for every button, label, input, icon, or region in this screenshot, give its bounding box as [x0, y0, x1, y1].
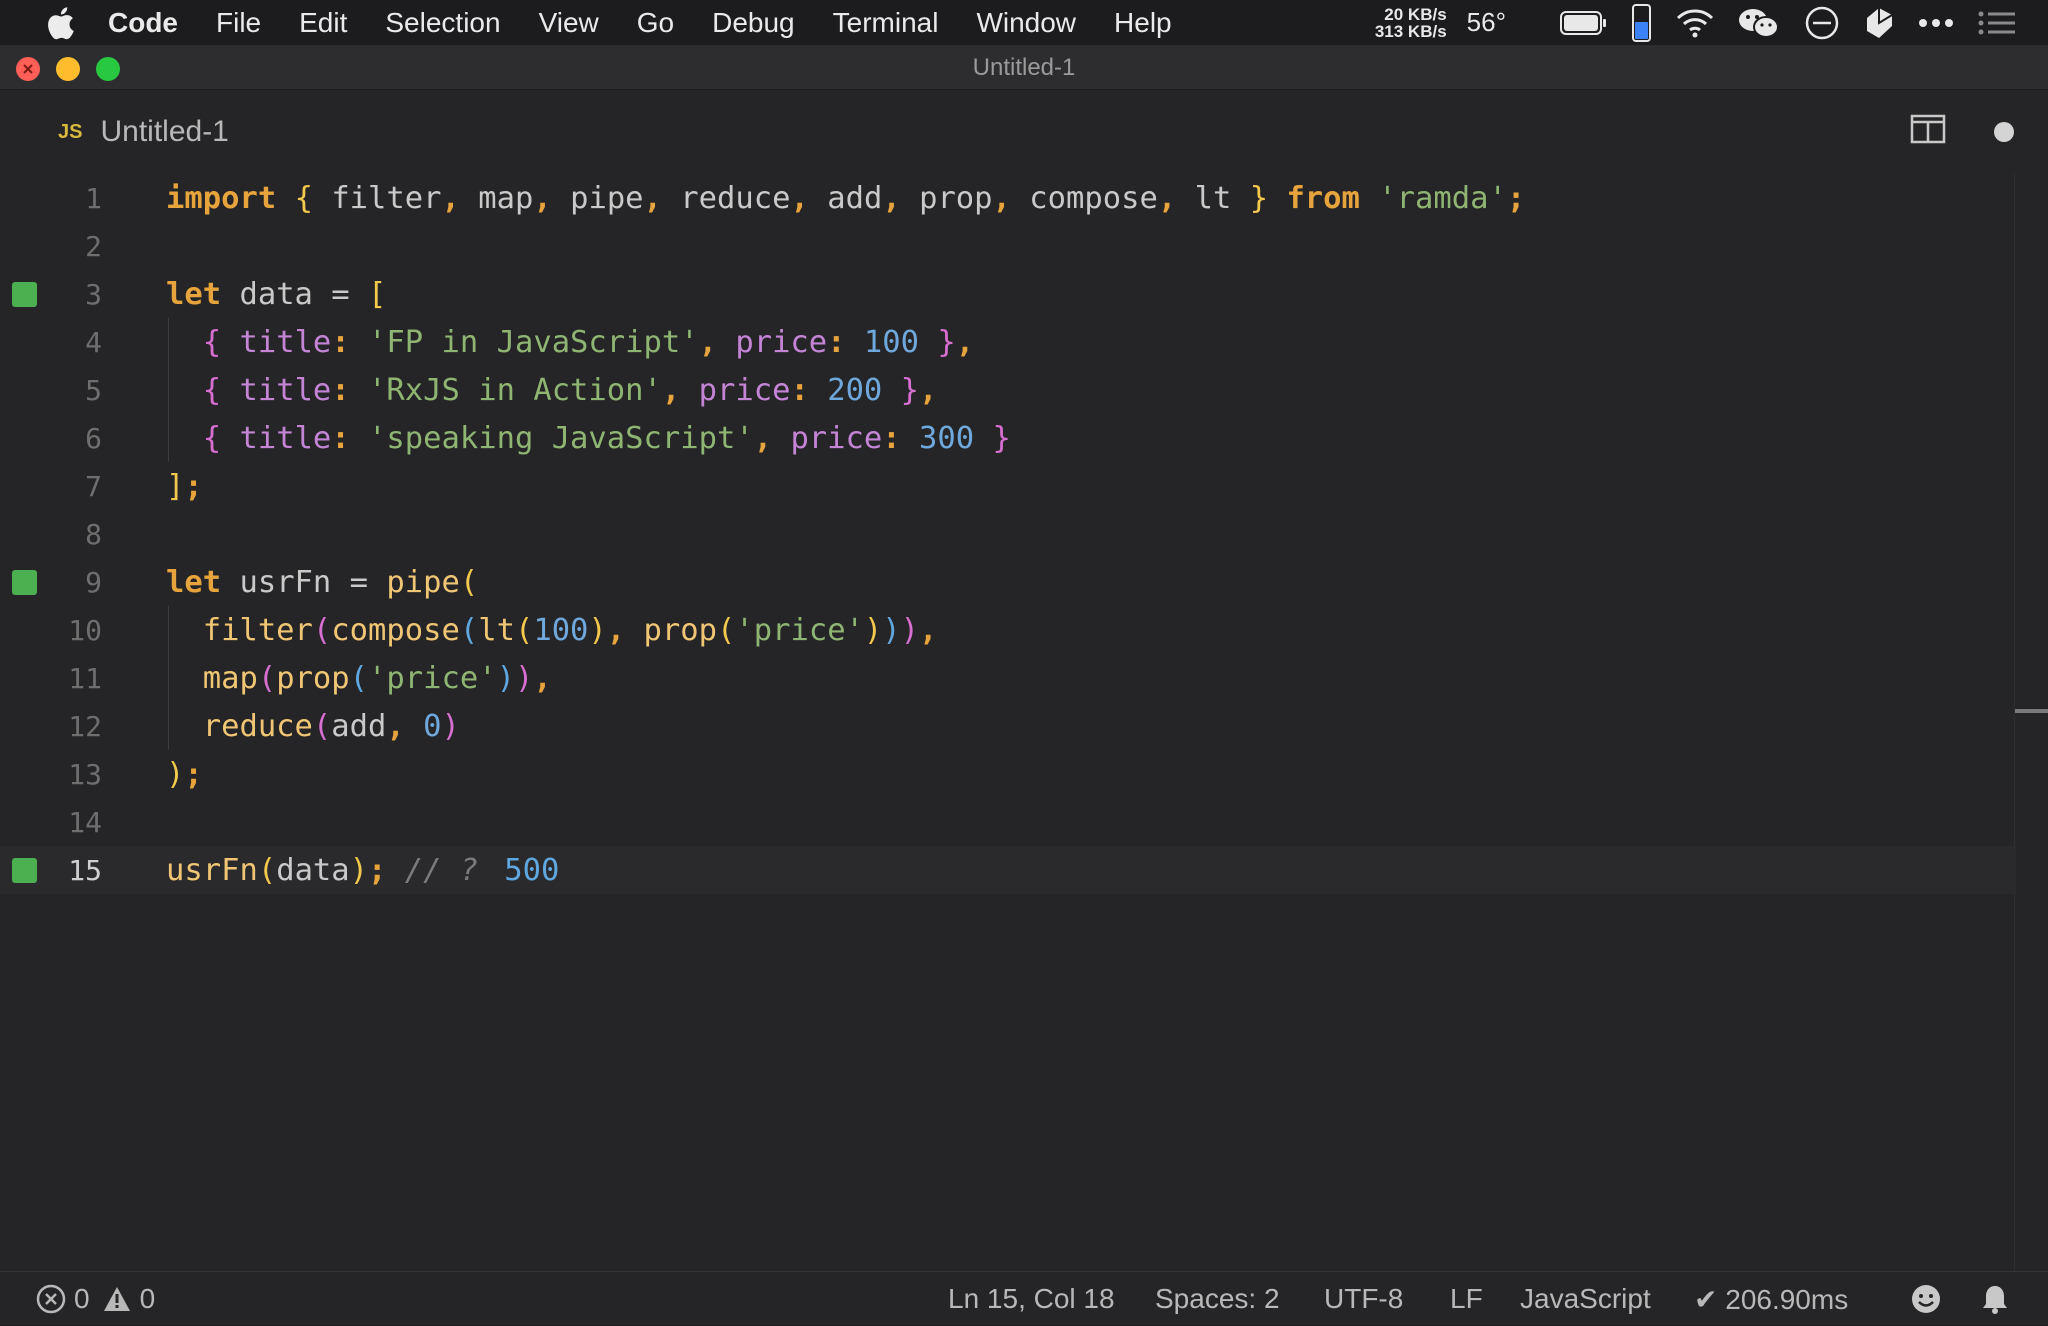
title-bar: Untitled-1	[0, 45, 2048, 90]
code-content: filter(compose(lt(100), prop('price'))),	[202, 612, 938, 648]
javascript-file-icon: JS	[58, 120, 83, 143]
code-line[interactable]: 9 let usrFn = pipe(	[0, 558, 2016, 606]
code-content: let usrFn = pipe(	[166, 564, 479, 600]
quokka-result: 500	[504, 852, 560, 888]
line-ending-setting[interactable]: LF	[1450, 1272, 1483, 1326]
line-number: 9	[85, 565, 102, 599]
scrollbar-cursor-marker	[2015, 709, 2048, 713]
feedback-smiley-icon[interactable]	[1910, 1272, 1942, 1326]
line-number: 4	[85, 325, 102, 359]
coverage-gutter-marker	[12, 858, 37, 883]
menu-file[interactable]: File	[216, 7, 261, 39]
code-content: { title: 'RxJS in Action', price: 200 },	[202, 372, 938, 408]
code-line[interactable]: 6 { title: 'speaking JavaScript', price:…	[0, 414, 2016, 462]
menu-app-code[interactable]: Code	[108, 7, 178, 39]
code-content: usrFn(data); // ? 500	[166, 852, 560, 888]
warning-count: 0	[139, 1283, 156, 1314]
network-speed[interactable]: 20 KB/s 313 KB/s	[1375, 6, 1447, 40]
line-number: 14	[68, 805, 102, 839]
line-number: 8	[85, 517, 102, 551]
network-download-speed: 313 KB/s	[1374, 21, 1447, 41]
phone-icon[interactable]	[1632, 3, 1652, 42]
code-line[interactable]: 11 map(prop('price')),	[0, 654, 2016, 702]
menu-edit[interactable]: Edit	[299, 7, 347, 39]
network-upload-speed: 20 KB/s	[1384, 4, 1447, 24]
tab-untitled-1[interactable]: JS Untitled-1	[36, 90, 229, 174]
encoding-setting[interactable]: UTF-8	[1324, 1272, 1403, 1326]
problems-indicator[interactable]: 0 0	[36, 1272, 155, 1326]
error-count: 0	[74, 1283, 90, 1314]
code-line[interactable]: 1 import { filter, map, pipe, reduce, ad…	[0, 174, 2016, 222]
editor-tab-bar: JS Untitled-1	[0, 90, 2048, 174]
do-not-disturb-icon[interactable]	[1804, 5, 1840, 41]
coverage-gutter-marker	[12, 570, 37, 595]
line-number: 15	[68, 853, 102, 887]
more-icon[interactable]	[1918, 18, 1954, 28]
language-mode[interactable]: JavaScript	[1520, 1272, 1651, 1326]
split-editor-icon[interactable]	[1910, 112, 1946, 146]
code-line[interactable]: 3 let data = [	[0, 270, 2016, 318]
tab-label: Untitled-1	[100, 115, 229, 148]
indentation-setting[interactable]: Spaces: 2	[1155, 1272, 1280, 1326]
line-number: 3	[85, 277, 102, 311]
status-bar: 0 0 Ln 15, Col 18 Spaces: 2 UTF-8 LF Jav…	[0, 1271, 2048, 1325]
line-number: 11	[68, 661, 102, 695]
line-number: 10	[68, 613, 102, 647]
menu-view[interactable]: View	[539, 7, 599, 39]
line-number: 7	[85, 469, 102, 503]
wifi-icon[interactable]	[1676, 8, 1714, 38]
code-content: { title: 'speaking JavaScript', price: 3…	[202, 420, 1011, 456]
code-line-current[interactable]: 15 usrFn(data); // ? 500	[0, 846, 2016, 894]
code-content: let data = [	[166, 276, 387, 312]
code-content: );	[166, 756, 203, 792]
notifications-bell-icon[interactable]	[1980, 1272, 2010, 1326]
line-number: 6	[85, 421, 102, 455]
cursor-position[interactable]: Ln 15, Col 18	[948, 1272, 1115, 1326]
menu-terminal[interactable]: Terminal	[833, 7, 939, 39]
code-line[interactable]: 12 reduce(add, 0)	[0, 702, 2016, 750]
code-line[interactable]: 13 );	[0, 750, 2016, 798]
vscode-window: Untitled-1 JS Untitled-1 1 import { filt…	[0, 45, 2048, 1325]
code-content: ];	[166, 468, 203, 504]
code-content: import { filter, map, pipe, reduce, add,…	[166, 180, 1526, 216]
window-title: Untitled-1	[972, 54, 1076, 81]
code-content: map(prop('price')),	[202, 660, 552, 696]
battery-icon[interactable]	[1560, 10, 1608, 36]
menu-selection[interactable]: Selection	[385, 7, 500, 39]
code-content: { title: 'FP in JavaScript', price: 100 …	[202, 324, 975, 360]
code-editor[interactable]: 1 import { filter, map, pipe, reduce, ad…	[0, 174, 2048, 1271]
code-line[interactable]: 8	[0, 510, 2016, 558]
temperature[interactable]: 56°	[1467, 7, 1506, 38]
quokka-timing[interactable]: ✔ 206.90ms	[1694, 1272, 1848, 1326]
apple-icon[interactable]	[40, 3, 80, 43]
code-line[interactable]: 7 ];	[0, 462, 2016, 510]
line-number: 2	[85, 229, 102, 263]
code-line[interactable]: 4 { title: 'FP in JavaScript', price: 10…	[0, 318, 2016, 366]
menu-debug[interactable]: Debug	[712, 7, 795, 39]
status-tray: 20 KB/s 313 KB/s 56°	[1375, 0, 2028, 45]
menu-go[interactable]: Go	[637, 7, 674, 39]
warning-icon	[102, 1285, 132, 1313]
menu-window[interactable]: Window	[976, 7, 1076, 39]
code-content: reduce(add, 0)	[202, 708, 460, 744]
code-line[interactable]: 5 { title: 'RxJS in Action', price: 200 …	[0, 366, 2016, 414]
wechat-icon[interactable]	[1738, 6, 1780, 40]
code-line[interactable]: 14	[0, 798, 2016, 846]
line-number: 5	[85, 373, 102, 407]
menu-help[interactable]: Help	[1114, 7, 1172, 39]
extension-icon[interactable]	[1864, 6, 1894, 40]
menu-bar: Code File Edit Selection View Go Debug T…	[0, 0, 2048, 45]
code-line[interactable]: 2	[0, 222, 2016, 270]
error-icon	[36, 1284, 66, 1314]
line-number: 1	[85, 181, 102, 215]
coverage-gutter-marker	[12, 282, 37, 307]
line-number: 13	[68, 757, 102, 791]
code-line[interactable]: 10 filter(compose(lt(100), prop('price')…	[0, 606, 2016, 654]
unsaved-changes-dot-icon[interactable]	[1994, 122, 2014, 142]
notification-list-icon[interactable]	[1978, 10, 2016, 36]
line-number: 12	[68, 709, 102, 743]
